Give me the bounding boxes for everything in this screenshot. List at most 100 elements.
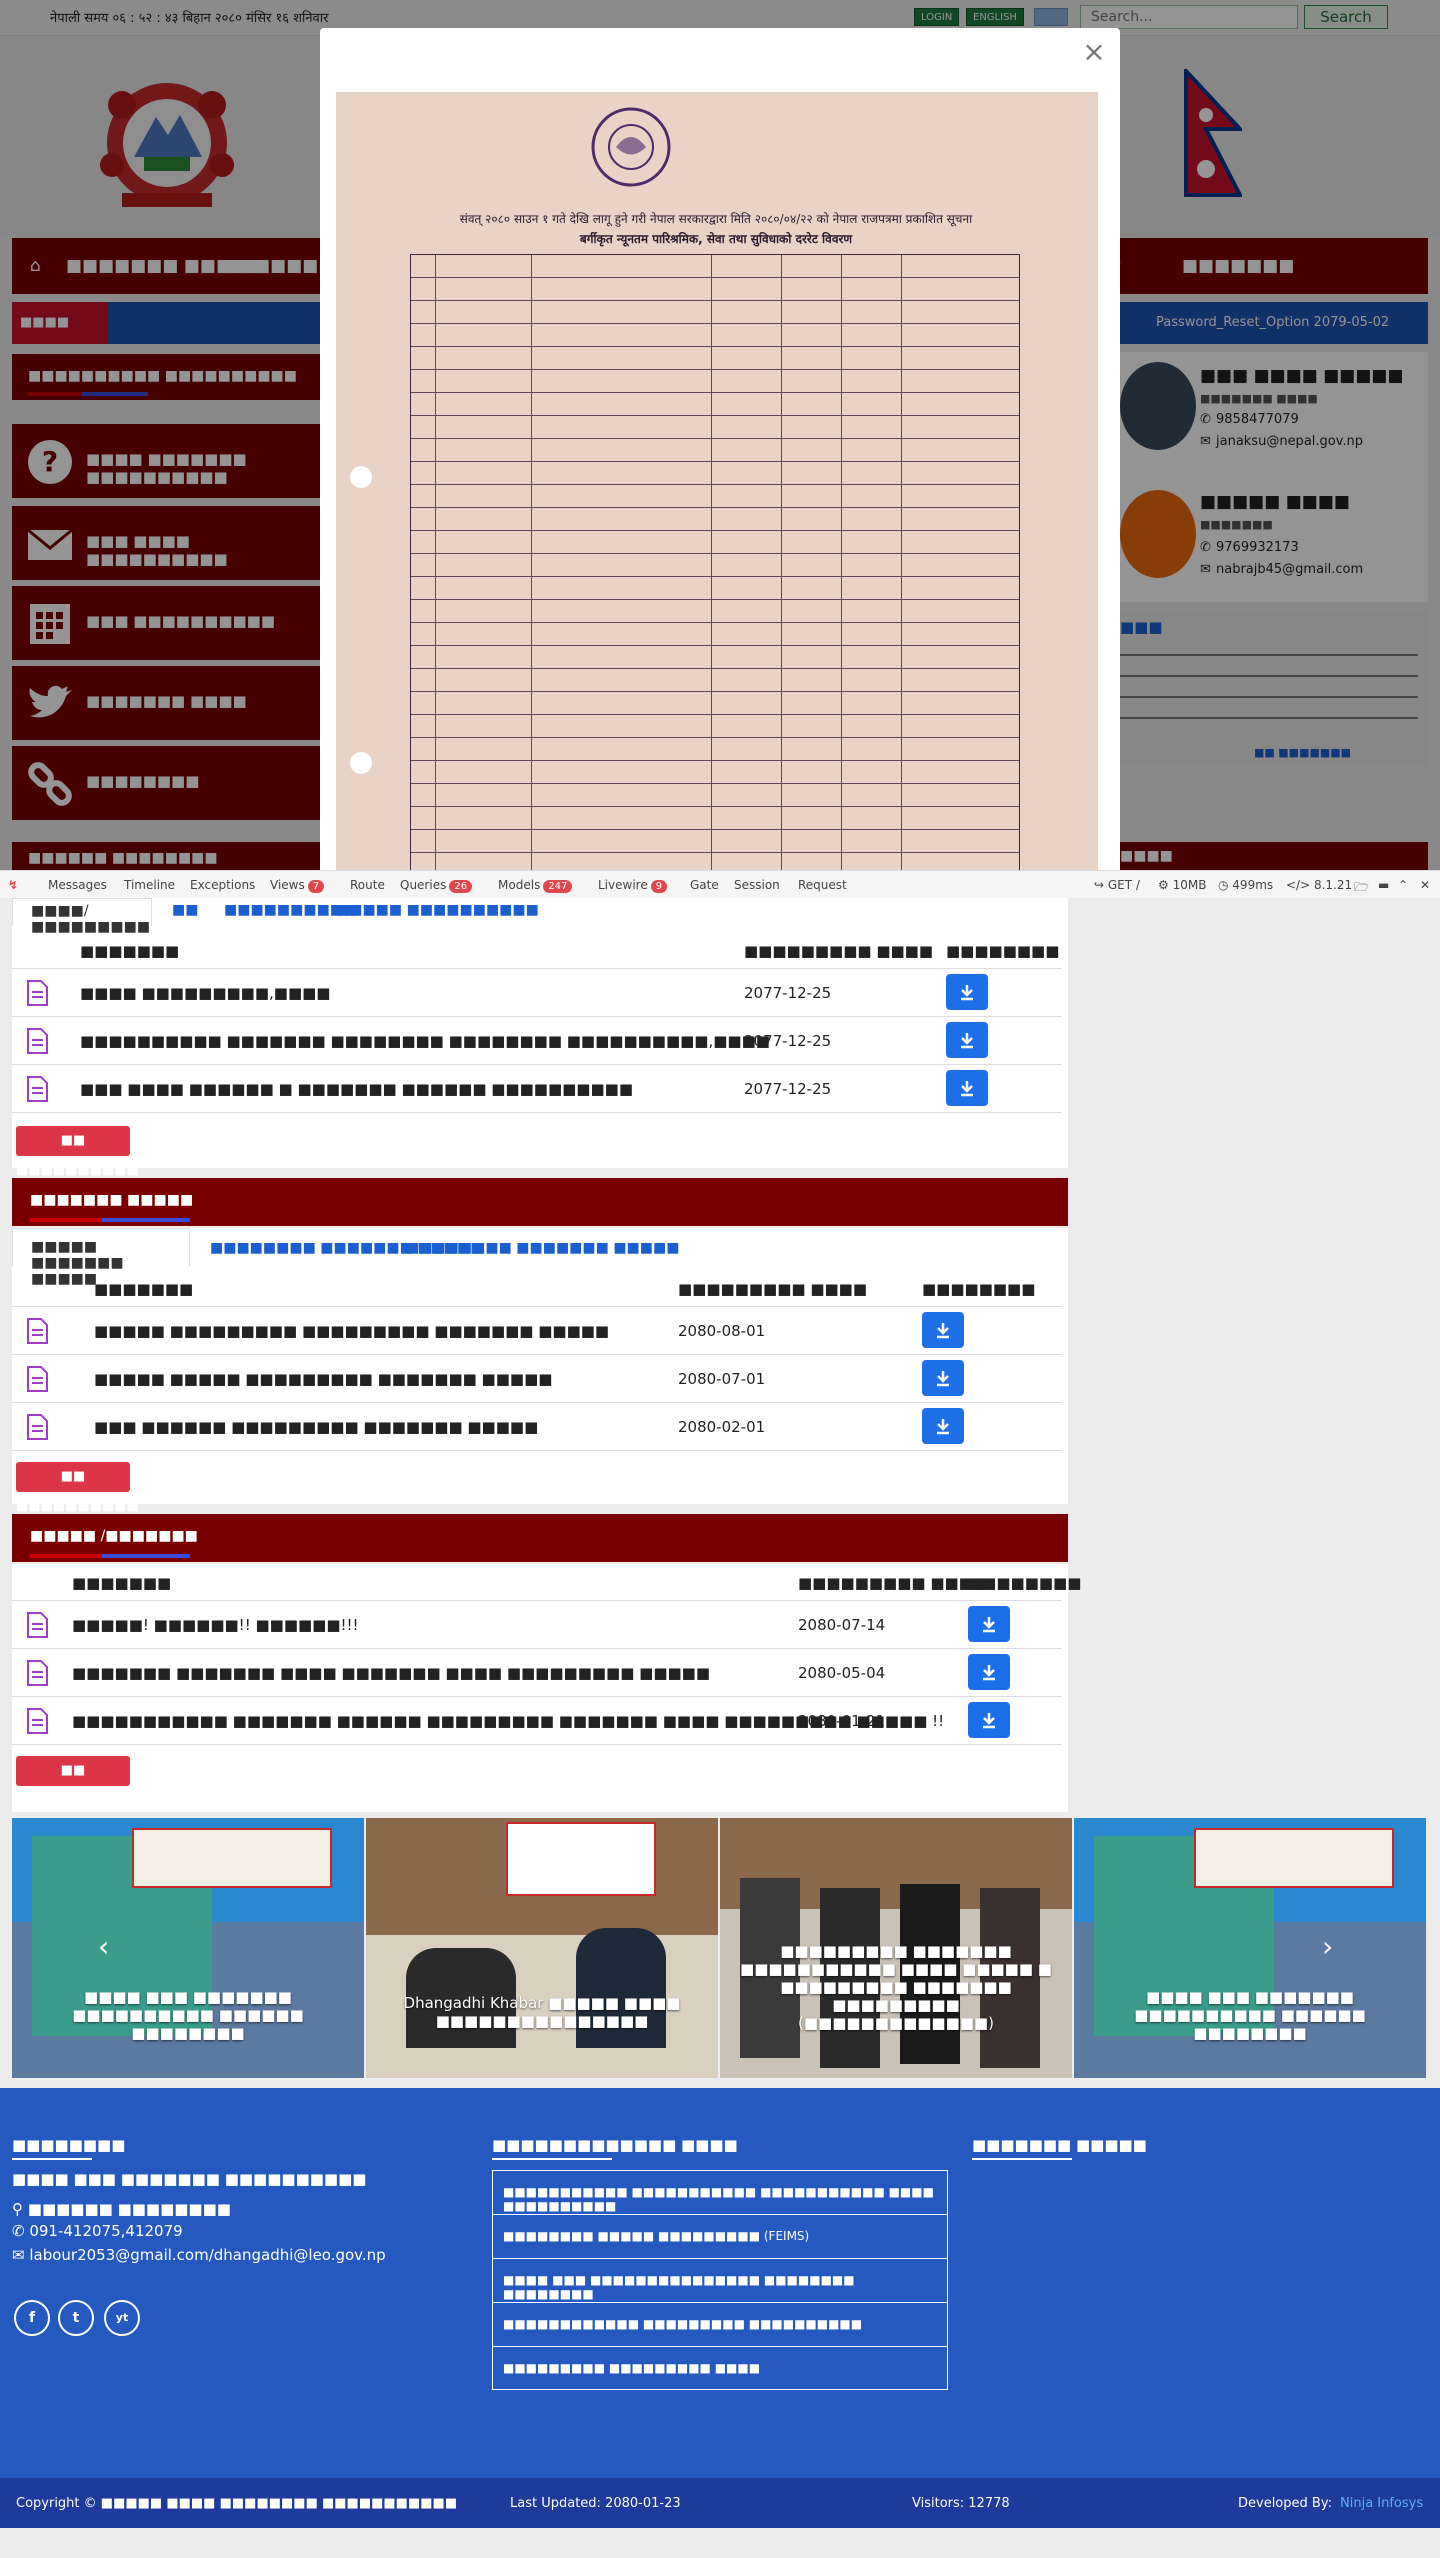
debug-tab-request[interactable]: Request	[798, 878, 847, 892]
tab-active[interactable]: ■■■■■ ■■■■■■■ ■■■■■	[12, 1228, 190, 1287]
table-row: ■■■ ■■■■■■ ■■■■■■■■■ ■■■■■■■ ■■■■■ 2080-…	[12, 1404, 1062, 1450]
table-row: ■■■■■■■■■■ ■■■■■■■ ■■■■■■■■ ■■■■■■■■ ■■■…	[12, 1018, 1062, 1064]
debug-tab-exceptions[interactable]: Exceptions	[190, 878, 255, 892]
close-icon[interactable]: ×	[1080, 38, 1108, 66]
debug-tab-gate[interactable]: Gate	[690, 878, 719, 892]
file-icon	[27, 980, 48, 1006]
download-button[interactable]	[922, 1312, 964, 1348]
footer-link[interactable]: ■■■■ ■■■ ■■■■■■■■■■■■■■■ ■■■■■■■■ ■■■■■■…	[492, 2258, 948, 2302]
debug-memory: ⚙ 10MB	[1158, 878, 1207, 892]
col-download: ■■■■■■■■	[968, 1574, 1082, 1592]
debug-tab-livewire[interactable]: Livewire 9	[598, 878, 668, 893]
twitter-icon[interactable]: t	[58, 2300, 94, 2336]
downloads-panel: ■■■■/■■■■■■■■■ ■■ ■■■■■■■■■■ ■■■■■ ■■■■■…	[12, 898, 1068, 1178]
debug-method: ↪ GET /	[1094, 878, 1140, 892]
debug-tab-models[interactable]: Models 247	[498, 878, 573, 893]
download-button[interactable]	[922, 1360, 964, 1396]
debug-php: </> 8.1.21	[1286, 878, 1353, 892]
col-download: ■■■■■■■■	[922, 1280, 1036, 1298]
file-icon	[27, 1076, 48, 1102]
minimize-icon[interactable]: ▬	[1378, 878, 1389, 892]
footer-address: ⚲ ■■■■■■ ■■■■■■■■	[12, 2200, 231, 2218]
office-sign	[132, 1828, 332, 1888]
debugbar-logo-icon[interactable]: ↯	[8, 878, 18, 892]
table-row: ■■■■■ ■■■■■ ■■■■■■■■■ ■■■■■■■ ■■■■■ 2080…	[12, 1356, 1062, 1402]
tab-downloads[interactable]: ■■■■/■■■■■■■■■	[12, 898, 152, 935]
file-icon	[27, 1708, 48, 1734]
facebook-icon[interactable]: f	[14, 2300, 50, 2336]
file-icon	[27, 1318, 48, 1344]
debug-tab-session[interactable]: Session	[734, 878, 780, 892]
file-icon	[27, 1028, 48, 1054]
footer-third-heading: ■■■■■■■ ■■■■■	[972, 2136, 1147, 2154]
gallery-slide[interactable]: Dhangadhi Khabar ■■■■■ ■■■■ ■■■■■■■■■■■■…	[366, 1818, 718, 2078]
developer-link[interactable]: Ninja Infosys	[1340, 2496, 1423, 2511]
download-button[interactable]	[968, 1654, 1010, 1690]
footer-email[interactable]: ✉ labour2053@gmail.com/dhangadhi@leo.gov…	[12, 2246, 386, 2264]
view-more-button[interactable]: ■■ ■■■■■■■■■■	[16, 1756, 139, 1808]
rate-table	[410, 254, 1020, 870]
image-modal: × संवत् २०८० साउन १ गते देखि लागू हुने ग…	[320, 28, 1120, 870]
debug-tab-route[interactable]: Route	[350, 878, 385, 892]
col-date: ■■■■■■■■■ ■■■■	[678, 1280, 868, 1298]
file-icon	[27, 1366, 48, 1392]
debug-tab-timeline[interactable]: Timeline	[124, 878, 175, 892]
download-button[interactable]	[946, 1022, 988, 1058]
footer-links-heading: ■■■■■■■■■■■■■ ■■■■	[492, 2136, 738, 2154]
document-title: संवत् २०८० साउन १ गते देखि लागू हुने गरी…	[459, 212, 973, 226]
col-title: ■■■■■■■	[80, 942, 180, 960]
download-button[interactable]	[922, 1408, 964, 1444]
chevron-right-icon[interactable]: ›	[1322, 1930, 1333, 1963]
gallery-slide[interactable]: ■■■■ ■■■ ■■■■■■■ ■■■■■■■■■■ ■■■■■■ ■■■■■…	[1074, 1818, 1426, 2078]
document-subtitle: बर्गीकृत न्यूनतम पारिश्रमिक, सेवा तथा सु…	[579, 232, 853, 246]
notices-panel: ■■■■■ ■■■■■■■ ■■■■■ ■■■■■■■■ ■■■■■■■ ■■■…	[12, 1228, 1068, 1514]
col-title: ■■■■■■■	[94, 1280, 194, 1298]
footer-contact-heading: ■■■■■■■■	[12, 2136, 126, 2154]
debug-tab-messages[interactable]: Messages	[48, 878, 107, 892]
col-download: ■■■■■■■■	[946, 942, 1060, 960]
punch-hole	[350, 466, 372, 488]
debug-tab-queries[interactable]: Queries 26	[400, 878, 473, 893]
col-title: ■■■■■■■	[72, 1574, 172, 1592]
developed-by-label: Developed By:	[1238, 2496, 1332, 2511]
punch-hole	[350, 752, 372, 774]
gallery-slide[interactable]: ■■■■ ■■■ ■■■■■■■ ■■■■■■■■■■ ■■■■■■ ■■■■■…	[12, 1818, 364, 2078]
footer-link[interactable]: ■■■■■■■■■■■■ ■■■■■■■■■ ■■■■■■■■■■	[492, 2302, 948, 2346]
footer-link[interactable]: ■■■■■■■■■ ■■■■■■■■■ ■■■■	[492, 2346, 948, 2390]
close-icon[interactable]: ✕	[1420, 878, 1430, 892]
table-row: ■■■ ■■■■ ■■■■■■ ■ ■■■■■■■ ■■■■■■ ■■■■■■■…	[12, 1066, 1062, 1112]
table-row: ■■■■■ ■■■■■■■■■ ■■■■■■■■■ ■■■■■■■ ■■■■■ …	[12, 1308, 1062, 1354]
download-button[interactable]	[946, 1070, 988, 1106]
chevron-up-icon[interactable]: ⌃	[1398, 878, 1408, 892]
footer-office: ■■■■ ■■■ ■■■■■■■ ■■■■■■■■■■	[12, 2170, 367, 2188]
copyright-text: Copyright © ■■■■■ ■■■■ ■■■■■■■■ ■■■■■■■■…	[16, 2496, 458, 2511]
file-icon	[27, 1612, 48, 1638]
view-more-button[interactable]: ■■ ■■■■■■■■■■	[16, 1462, 139, 1514]
folder-icon[interactable]: 🗁	[1354, 878, 1369, 899]
table-row: ■■■■■! ■■■■■■!! ■■■■■■!!! 2080-07-14	[12, 1602, 1062, 1648]
tab-2[interactable]: ■■	[172, 902, 198, 918]
chevron-left-icon[interactable]: ‹	[98, 1930, 109, 1963]
footer-link[interactable]: ■■■■■■■■■■■ ■■■■■■■■■■■ ■■■■■■■■■■■ ■■■■…	[492, 2170, 948, 2214]
table-row: ■■■■■■■■■■■ ■■■■■■■ ■■■■■■ ■■■■■■■■■ ■■■…	[12, 1698, 1062, 1744]
last-updated: Last Updated: 2080-01-23	[510, 2496, 681, 2511]
debug-tab-views[interactable]: Views 7	[270, 878, 325, 893]
footer-link[interactable]: ■■■■■■■■ ■■■■■ ■■■■■■■■■ (FEIMS)	[492, 2214, 948, 2258]
table-row: ■■■■ ■■■■■■■■■,■■■■ 2077-12-25	[12, 970, 1062, 1016]
government-seal-stamp	[591, 107, 671, 187]
debug-time: ◷ 499ms	[1218, 878, 1274, 892]
col-date: ■■■■■■■■■ ■■■■	[744, 942, 934, 960]
tab-4[interactable]: ■■■■■ ■■■■■■■■■■	[336, 902, 539, 918]
tab-3[interactable]: ■■■■■■■■ ■■■■■■■ ■■■■■	[406, 1240, 679, 1256]
debug-bar: ↯ Messages Timeline Exceptions Views 7 Ro…	[0, 870, 1440, 898]
view-more-button[interactable]: ■■ ■■■■■■■■■■	[16, 1126, 139, 1178]
download-button[interactable]	[968, 1606, 1010, 1642]
office-sign	[1194, 1828, 1394, 1888]
section3-header: ■■■■■ /■■■■■■■	[12, 1514, 1068, 1562]
download-button[interactable]	[968, 1702, 1010, 1738]
gallery-slide[interactable]: ■■■■■■■■■ ■■■■■■■ ■■■■■■■■■■■ ■■■■ ■■■■■…	[720, 1818, 1072, 2078]
col-date: ■■■■■■■■■ ■■■■	[798, 1574, 988, 1592]
download-button[interactable]	[946, 974, 988, 1010]
visitor-count: Visitors: 12778	[912, 2496, 1010, 2511]
youtube-icon[interactable]: yt	[104, 2300, 140, 2336]
